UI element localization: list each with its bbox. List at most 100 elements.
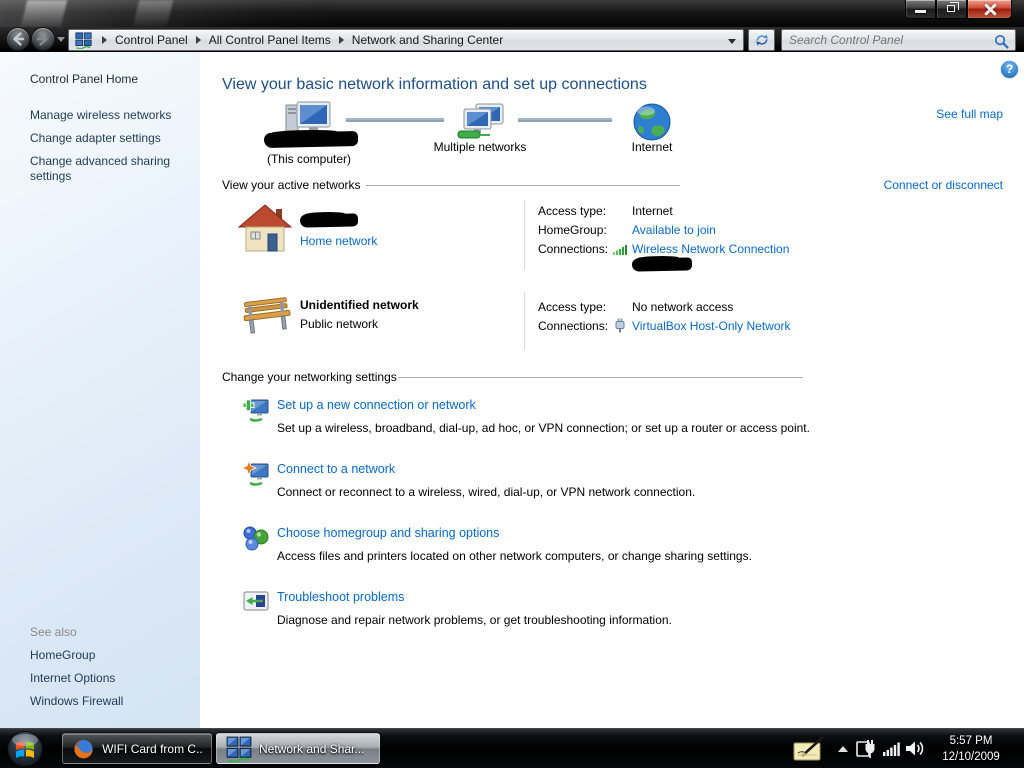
virtual-adapter-icon — [615, 318, 625, 333]
sidebar-item-internet-options[interactable]: Internet Options — [30, 671, 115, 685]
connect-network-icon — [242, 460, 269, 486]
main-content: ? View your basic network information an… — [200, 52, 1024, 728]
sidebar-item-manage-wireless[interactable]: Manage wireless networks — [30, 108, 171, 122]
see-full-map-link[interactable]: See full map — [936, 107, 1003, 121]
show-hidden-icons-button[interactable] — [838, 746, 848, 752]
taskbar-button-network-sharing[interactable]: Network and Shar... — [216, 733, 380, 764]
wifi-signal-icon — [613, 245, 627, 255]
setup-connection-desc: Set up a wireless, broadband, dial-up, a… — [277, 421, 810, 435]
home-network-type-link[interactable]: Home network — [300, 234, 377, 248]
see-also-heading: See also — [30, 625, 77, 639]
address-dropdown-icon[interactable] — [728, 39, 736, 44]
search-icon[interactable] — [994, 34, 1009, 49]
window-body: Control Panel Home Manage wireless netwo… — [0, 52, 1024, 728]
section-rule — [398, 377, 803, 378]
sidebar-item-homegroup[interactable]: HomeGroup — [30, 648, 95, 662]
sidebar-item-change-adapter[interactable]: Change adapter settings — [30, 131, 161, 145]
public-network-type: Public network — [300, 317, 379, 331]
minimize-button[interactable] — [905, 0, 936, 19]
clock-date: 12/10/2009 — [942, 751, 1000, 763]
search-box[interactable] — [781, 29, 1016, 51]
homegroup-label: HomeGroup: — [538, 223, 607, 237]
breadcrumb-separator-icon — [102, 36, 107, 44]
unidentified-network-name: Unidentified network — [300, 298, 419, 312]
clock[interactable]: 5:57 PM 12/10/2009 — [924, 733, 1018, 765]
tablet-input-tray-icon[interactable] — [793, 736, 827, 763]
breadcrumb-item-control-panel[interactable]: Control Panel — [115, 33, 188, 47]
home-network-icon[interactable] — [238, 203, 292, 255]
breadcrumb-separator-icon — [338, 36, 344, 44]
sidebar-item-control-panel-home[interactable]: Control Panel Home — [30, 72, 138, 86]
breadcrumb-separator-icon — [195, 36, 201, 44]
internet-label: Internet — [631, 140, 673, 154]
access-type-label: Access type: — [538, 300, 607, 314]
refresh-icon — [755, 34, 768, 46]
network-sharing-center-icon — [75, 31, 92, 49]
network-icon — [226, 736, 252, 762]
firefox-icon — [74, 739, 93, 758]
title-bar — [0, 0, 1024, 27]
breadcrumb-item-network-sharing[interactable]: Network and Sharing Center — [352, 33, 503, 47]
choose-homegroup-desc: Access files and printers located on oth… — [277, 549, 752, 563]
redacted-home-network-name — [299, 213, 359, 228]
taskbar: WIFI Card from C... Network and Shar... — [0, 728, 1024, 768]
wireless-connection-link[interactable]: Wireless Network Connection — [632, 242, 789, 256]
row-divider — [524, 292, 525, 350]
settings-heading: Change your networking settings — [222, 370, 397, 384]
connect-to-network-link[interactable]: Connect to a network — [277, 462, 395, 476]
multiple-networks-label: Multiple networks — [433, 140, 527, 154]
access-type-value: Internet — [632, 204, 673, 218]
setup-connection-link[interactable]: Set up a new connection or network — [277, 398, 476, 412]
close-button[interactable] — [967, 0, 1012, 19]
homegroup-icon — [243, 526, 269, 551]
homegroup-available-link[interactable]: Available to join — [632, 223, 716, 237]
row-divider — [524, 200, 525, 270]
refresh-button[interactable] — [748, 29, 775, 51]
map-connector-line — [518, 118, 612, 122]
redacted-computer-name — [263, 131, 359, 148]
new-connection-icon — [242, 399, 269, 422]
back-arrow-icon — [13, 32, 25, 46]
multiple-networks-icon[interactable] — [454, 102, 506, 144]
access-type-label: Access type: — [538, 204, 607, 218]
troubleshoot-link[interactable]: Troubleshoot problems — [277, 590, 404, 604]
internet-globe-icon[interactable] — [632, 102, 672, 142]
restore-button[interactable] — [936, 0, 967, 19]
help-icon[interactable]: ? — [1001, 61, 1018, 78]
troubleshoot-desc: Diagnose and repair network problems, or… — [277, 613, 672, 627]
restore-icon — [947, 2, 959, 12]
taskbar-button-firefox[interactable]: WIFI Card from C... — [62, 733, 212, 764]
recent-pages-dropdown[interactable] — [57, 37, 65, 42]
breadcrumb-item-all-items[interactable]: All Control Panel Items — [209, 33, 331, 47]
safely-remove-hardware-icon[interactable] — [856, 738, 876, 760]
public-network-bench-icon[interactable] — [238, 294, 296, 336]
start-button[interactable] — [6, 730, 44, 768]
this-computer-caption: (This computer) — [266, 152, 352, 166]
connections-label: Connections: — [538, 242, 609, 256]
map-connector-line — [346, 118, 444, 122]
wifi-tray-icon[interactable] — [883, 742, 900, 756]
volume-tray-icon[interactable] — [905, 740, 924, 757]
breadcrumb: Control Panel All Control Panel Items Ne… — [94, 33, 503, 47]
sidebar-item-windows-firewall[interactable]: Windows Firewall — [30, 694, 123, 708]
taskbar-button-label: Network and Shar... — [259, 741, 365, 756]
active-networks-heading: View your active networks — [222, 178, 361, 192]
sidebar: Control Panel Home Manage wireless netwo… — [0, 52, 200, 728]
connections-label: Connections: — [538, 319, 609, 333]
search-input[interactable] — [789, 33, 991, 47]
forward-arrow-icon — [36, 32, 48, 46]
sidebar-item-advanced-sharing[interactable]: Change advanced sharing settings — [30, 154, 182, 184]
section-rule — [366, 185, 680, 186]
connect-or-disconnect-link[interactable]: Connect or disconnect — [884, 178, 1003, 192]
address-bar[interactable]: Control Panel All Control Panel Items Ne… — [68, 29, 744, 51]
virtualbox-connection-link[interactable]: VirtualBox Host-Only Network — [632, 319, 791, 333]
forward-button[interactable] — [31, 27, 55, 51]
choose-homegroup-link[interactable]: Choose homegroup and sharing options — [277, 526, 499, 540]
connect-to-network-desc: Connect or reconnect to a wireless, wire… — [277, 485, 696, 499]
window-controls — [905, 0, 1012, 19]
redacted-ssid — [631, 257, 693, 272]
close-icon — [983, 3, 997, 15]
minimize-icon — [915, 10, 926, 13]
back-button[interactable] — [6, 27, 30, 51]
troubleshoot-icon — [243, 591, 269, 611]
